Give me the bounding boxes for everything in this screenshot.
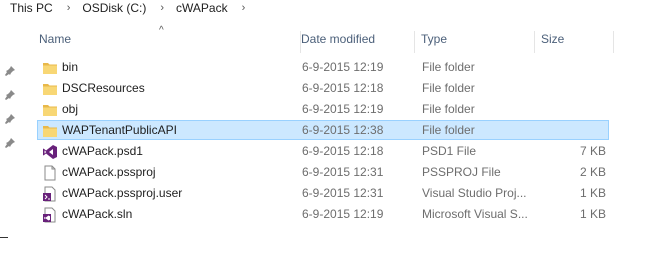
column-header-type[interactable]: Type [415,31,535,53]
divider [0,237,8,238]
file-date-modified: 6-9-2015 12:38 [302,123,384,137]
pin-icon[interactable] [5,138,15,148]
pin-icon[interactable] [5,66,15,76]
file-name: cWAPack.pssproj [62,165,156,179]
file-row[interactable]: cWAPack.pssproj.user 6-9-2015 12:31 Visual… [37,183,609,203]
file-name: cWAPack.psd1 [62,144,143,158]
file-type: File folder [422,123,475,137]
vs-solution-icon [42,207,58,223]
file-row[interactable]: cWAPack.sln 6-9-2015 12:19 Microsoft Visua… [37,204,609,224]
file-type: File folder [422,81,475,95]
file-name: cWAPack.pssproj.user [62,186,183,200]
column-header-date-modified[interactable]: Date modified [295,31,415,53]
file-date-modified: 6-9-2015 12:19 [302,207,384,221]
file-size: 1 KB [579,207,606,221]
file-size: 1 KB [579,186,606,200]
folder-icon [42,81,58,97]
column-header-size[interactable]: Size [535,31,614,53]
file-name: bin [62,60,79,74]
file-date-modified: 6-9-2015 12:18 [302,144,384,158]
breadcrumb-item-cwapack[interactable]: cWAPack [174,1,230,15]
file-name: WAPTenantPublicAPI [62,123,177,137]
pin-icon[interactable] [5,114,15,124]
vs-project-icon [42,186,58,202]
folder-icon [42,60,58,76]
file-row[interactable]: cWAPack.pssproj 6-9-2015 12:31 PSSPROJ Fil… [37,162,609,182]
blank-file-icon [42,165,58,181]
folder-icon [42,123,58,139]
file-type: File folder [422,60,475,74]
file-date-modified: 6-9-2015 12:19 [302,102,384,116]
file-date-modified: 6-9-2015 12:31 [302,186,384,200]
file-row[interactable]: cWAPack.psd1 6-9-2015 12:18 PSD1 File 7 KB [37,141,609,161]
file-type: Visual Studio Proj... [422,186,527,200]
file-row[interactable]: obj 6-9-2015 12:19 File folder [37,99,609,119]
file-name: obj [62,102,79,116]
file-size: 7 KB [579,144,606,158]
visual-studio-icon [42,144,58,160]
file-date-modified: 6-9-2015 12:18 [302,81,384,95]
chevron-right-icon[interactable]: › [230,2,256,14]
breadcrumb: This PC › OSDisk (C:) › cWAPack › [0,0,653,16]
file-row[interactable]: DSCResources 6-9-2015 12:18 File folder [37,78,609,98]
folder-icon [42,102,58,118]
chevron-right-icon[interactable]: › [55,2,81,14]
column-header-name[interactable]: Name [33,31,301,53]
chevron-right-icon[interactable]: › [148,2,174,14]
breadcrumb-item-osdisk[interactable]: OSDisk (C:) [80,1,148,15]
file-name: DSCResources [62,81,145,95]
file-type: PSSPROJ File [422,165,501,179]
file-row[interactable]: bin 6-9-2015 12:19 File folder [37,57,609,77]
pin-icon[interactable] [5,90,15,100]
file-type: PSD1 File [422,144,477,158]
file-type: File folder [422,102,475,116]
file-name: cWAPack.sln [62,207,133,221]
file-row[interactable]: WAPTenantPublicAPI 6-9-2015 12:38 File fol… [37,120,609,140]
file-date-modified: 6-9-2015 12:31 [302,165,384,179]
file-size: 2 KB [579,165,606,179]
file-type: Microsoft Visual S... [422,207,528,221]
file-date-modified: 6-9-2015 12:19 [302,60,384,74]
breadcrumb-item-this-pc[interactable]: This PC [0,1,55,15]
column-header-row: ^ Name Date modified Type Size [0,25,653,53]
